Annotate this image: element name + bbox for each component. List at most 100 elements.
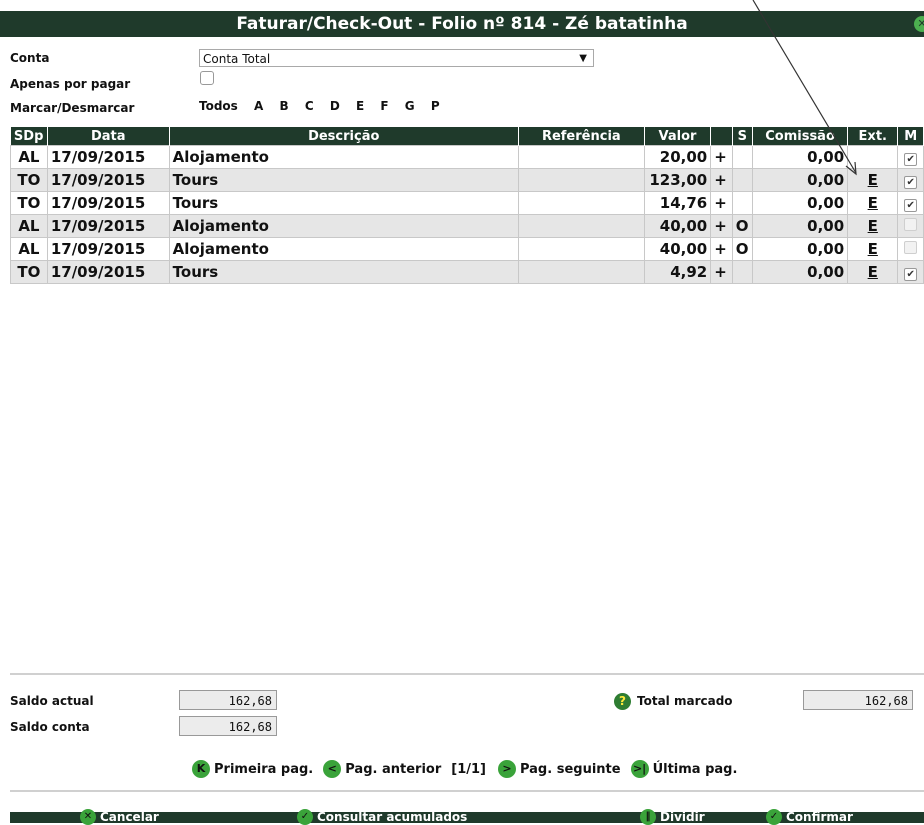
col-s: S	[732, 127, 753, 146]
first-page-button[interactable]: K Primeira pag.	[192, 760, 313, 778]
col-referencia: Referência	[518, 127, 645, 146]
saldo-actual-field: 162,68	[179, 690, 277, 710]
last-page-label: Última pag.	[652, 761, 738, 777]
table-row[interactable]: TO 17/09/2015 Tours 123,00 + 0,00 E ✔	[10, 168, 924, 192]
marcar-c[interactable]: C	[305, 99, 314, 113]
cell-ext-link[interactable]: E	[847, 260, 899, 284]
cell-ext-link[interactable]: E	[847, 237, 899, 261]
cell-comissao: 0,00	[751, 168, 849, 192]
saldo-actual-label: Saldo actual	[10, 694, 94, 708]
col-comissao: Comissão	[752, 127, 849, 146]
cell-m[interactable]: ✔	[897, 260, 924, 284]
cell-ext-link[interactable]	[847, 145, 899, 169]
conta-label: Conta	[10, 51, 50, 65]
col-m: M	[897, 127, 924, 146]
cell-comissao: 0,00	[751, 191, 849, 215]
cell-referencia	[517, 237, 645, 261]
prev-page-button[interactable]: < Pag. anterior	[323, 760, 441, 778]
marcar-a[interactable]: A	[254, 99, 263, 113]
total-marcado-field: 162,68	[803, 690, 913, 710]
prev-page-label: Pag. anterior	[345, 761, 442, 777]
dividir-label: Dividir	[660, 810, 705, 824]
cancel-label: Cancelar	[100, 810, 159, 824]
prev-page-icon: <	[323, 760, 342, 778]
pagination: K Primeira pag. < Pag. anterior [1/1] > …	[192, 760, 747, 778]
cell-s	[731, 145, 753, 169]
marcar-d[interactable]: D	[330, 99, 340, 113]
table-header-row: SDp Data Descrição Referência Valor S Co…	[10, 127, 924, 146]
cell-referencia	[517, 260, 645, 284]
marcar-todos[interactable]: Todos	[199, 99, 238, 113]
cell-s: O	[731, 237, 753, 261]
page-indicator: [1/1]	[451, 761, 486, 777]
consultar-label: Consultar acumulados	[317, 810, 468, 824]
cell-ext-link[interactable]: E	[847, 214, 899, 238]
cell-descricao: Tours	[168, 260, 519, 284]
marcar-desmarcar-label: Marcar/Desmarcar	[10, 101, 135, 115]
last-page-button[interactable]: >| Última pag.	[630, 760, 738, 778]
marcar-options: Todos A B C D E F G P	[199, 99, 452, 113]
cell-sign: +	[710, 237, 733, 261]
table-row[interactable]: AL 17/09/2015 Alojamento 40,00 + O 0,00 …	[10, 237, 924, 261]
col-sdp: SDp	[10, 127, 48, 146]
cell-m[interactable]	[897, 237, 924, 261]
mark-checkbox[interactable]: ✔	[904, 176, 918, 189]
marcar-p[interactable]: P	[431, 99, 440, 113]
mark-checkbox[interactable]	[904, 218, 918, 231]
mark-checkbox[interactable]: ✔	[904, 199, 918, 212]
cell-comissao: 0,00	[751, 237, 849, 261]
apenas-por-pagar-checkbox[interactable]	[200, 71, 214, 85]
cell-comissao: 0,00	[751, 214, 849, 238]
table-row[interactable]: AL 17/09/2015 Alojamento 20,00 + 0,00 ✔	[10, 145, 924, 169]
cell-referencia	[517, 168, 645, 192]
next-page-label: Pag. seguinte	[519, 761, 621, 777]
chevron-down-icon: ▼	[579, 53, 587, 64]
col-data: Data	[47, 127, 170, 146]
mark-checkbox[interactable]	[904, 241, 918, 254]
mark-checkbox[interactable]: ✔	[904, 153, 918, 166]
table-row[interactable]: TO 17/09/2015 Tours 4,92 + 0,00 E ✔	[10, 260, 924, 284]
help-icon[interactable]: ?	[614, 693, 631, 710]
next-page-button[interactable]: > Pag. seguinte	[497, 760, 621, 778]
cell-s	[731, 260, 753, 284]
cell-m[interactable]: ✔	[897, 191, 924, 215]
annotation-arrow	[752, 0, 857, 176]
mark-checkbox[interactable]: ✔	[904, 268, 918, 281]
cell-data: 17/09/2015	[46, 191, 170, 215]
saldo-conta-label: Saldo conta	[10, 720, 90, 734]
cell-m[interactable]: ✔	[897, 168, 924, 192]
cell-ext-link[interactable]: E	[847, 191, 899, 215]
marcar-f[interactable]: F	[380, 99, 388, 113]
cell-sdp: AL	[10, 145, 48, 169]
cell-data: 17/09/2015	[46, 237, 170, 261]
cell-referencia	[517, 214, 645, 238]
total-marcado-label: Total marcado	[637, 694, 733, 708]
cell-sign: +	[710, 145, 733, 169]
divider	[10, 790, 924, 792]
cell-comissao: 0,00	[751, 145, 849, 169]
cell-sign: +	[710, 191, 733, 215]
close-icon[interactable]: ✕	[914, 16, 924, 32]
cell-data: 17/09/2015	[46, 168, 170, 192]
cell-ext-link[interactable]: E	[847, 168, 899, 192]
marcar-g[interactable]: G	[405, 99, 415, 113]
cell-sign: +	[710, 260, 733, 284]
cell-descricao: Tours	[168, 191, 519, 215]
cell-descricao: Alojamento	[168, 145, 519, 169]
cell-valor: 40,00	[643, 237, 712, 261]
cell-sign: +	[710, 214, 733, 238]
cell-m[interactable]	[897, 214, 924, 238]
table-row[interactable]: TO 17/09/2015 Tours 14,76 + 0,00 E ✔	[10, 191, 924, 215]
cell-m[interactable]: ✔	[897, 145, 924, 169]
cell-referencia	[517, 191, 645, 215]
marcar-e[interactable]: E	[356, 99, 364, 113]
marcar-b[interactable]: B	[279, 99, 288, 113]
last-page-icon: >|	[630, 760, 649, 778]
cell-valor: 4,92	[643, 260, 712, 284]
table-row[interactable]: AL 17/09/2015 Alojamento 40,00 + O 0,00 …	[10, 214, 924, 238]
col-ext: Ext.	[847, 127, 899, 146]
conta-select[interactable]: Conta Total ▼	[199, 49, 594, 67]
cell-sign: +	[710, 168, 733, 192]
cell-data: 17/09/2015	[46, 145, 170, 169]
apenas-por-pagar-label: Apenas por pagar	[10, 77, 131, 91]
